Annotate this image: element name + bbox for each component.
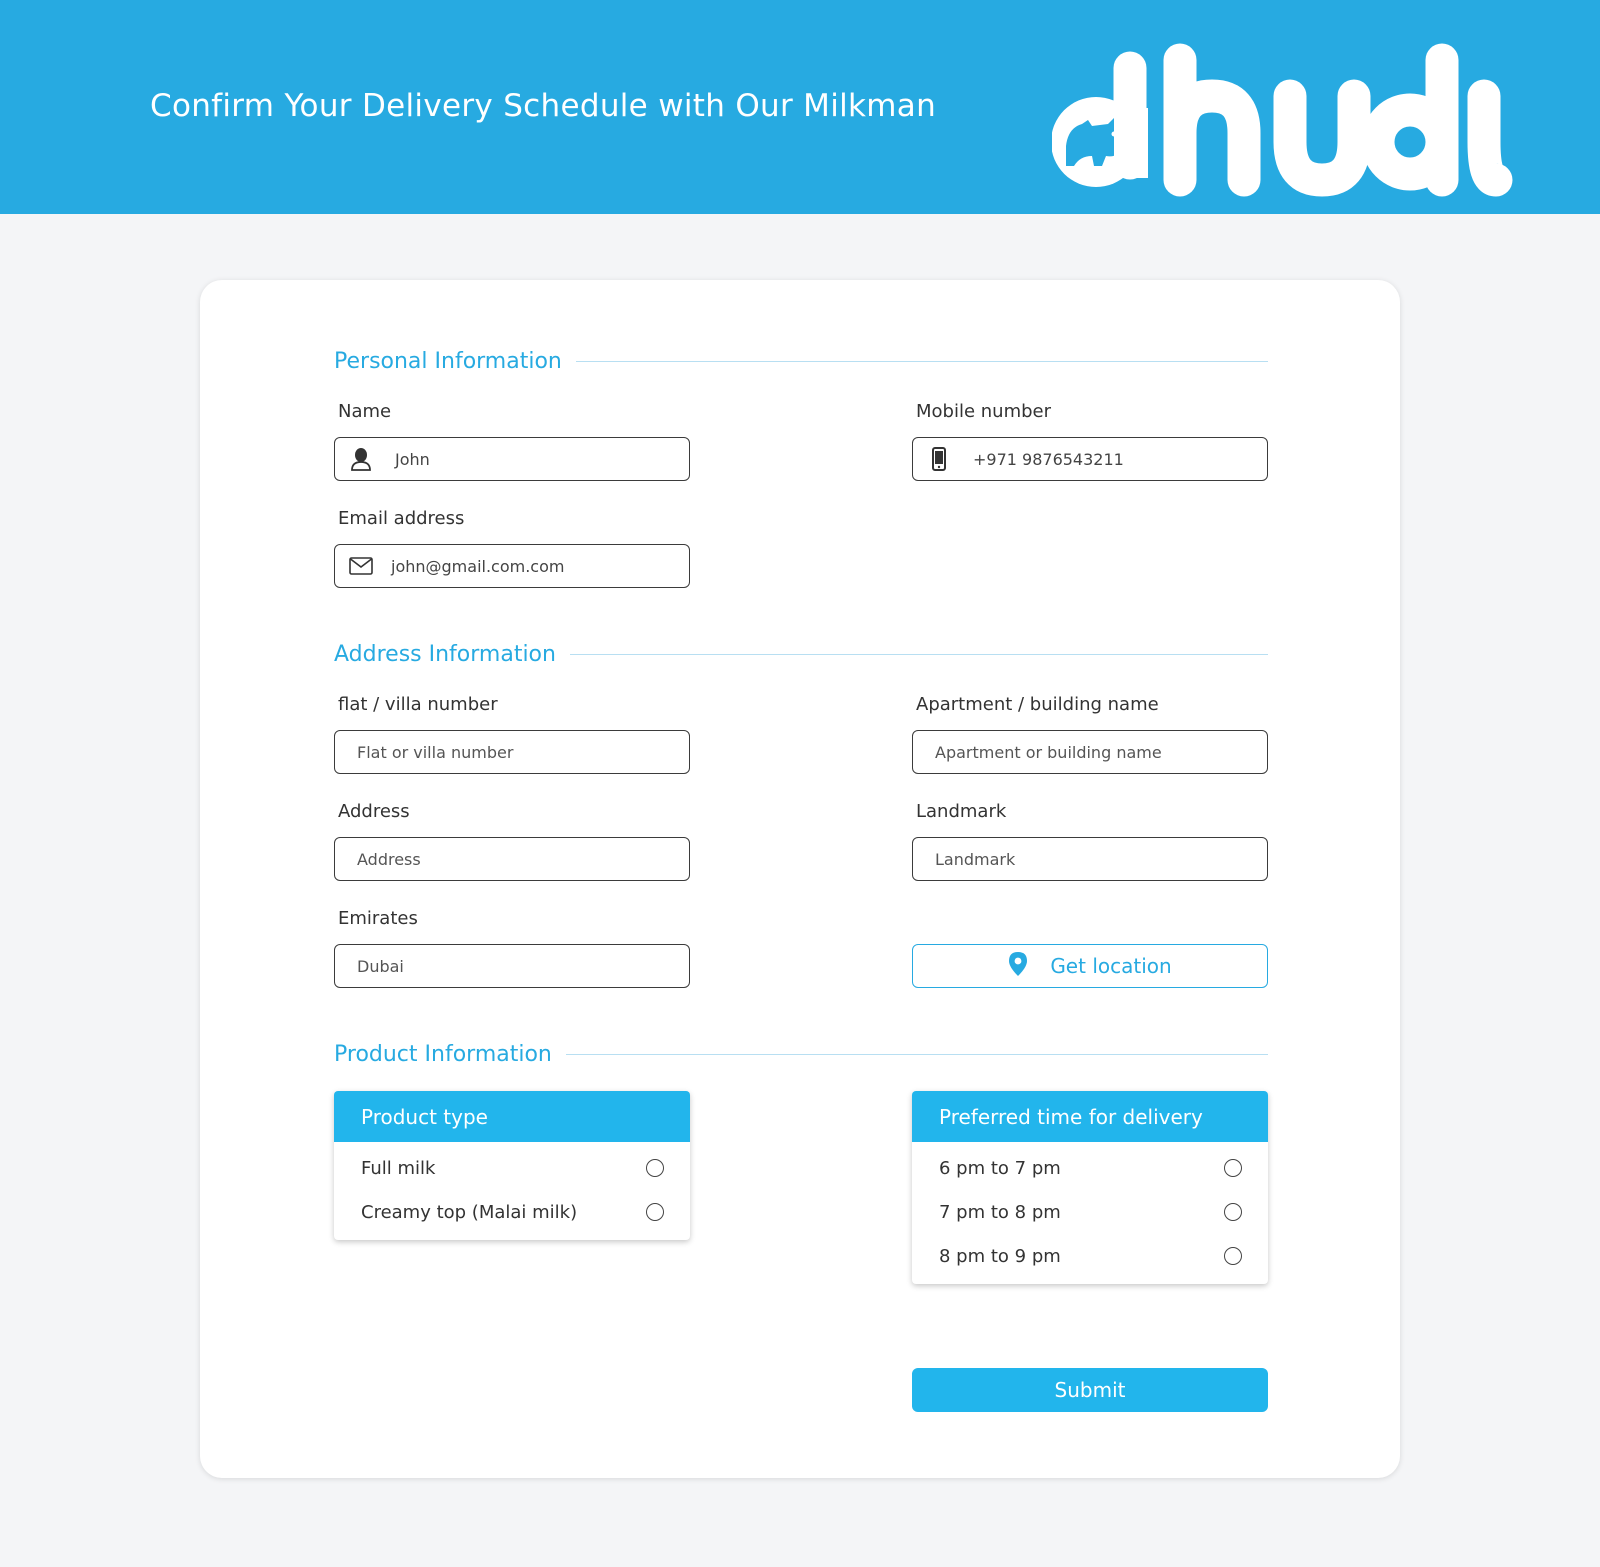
radio-button[interactable]	[1224, 1159, 1242, 1177]
time-option-label: 8 pm to 9 pm	[939, 1245, 1061, 1267]
phone-icon	[927, 447, 951, 471]
radio-button[interactable]	[1224, 1247, 1242, 1265]
product-type-panel: Product type Full milk Creamy top (Malai…	[334, 1091, 690, 1240]
building-field[interactable]: Apartment or building name	[912, 730, 1268, 774]
address-field[interactable]: Address	[334, 837, 690, 881]
product-type-title: Product type	[334, 1091, 690, 1142]
time-option[interactable]: 6 pm to 7 pm	[912, 1146, 1268, 1190]
submit-button[interactable]: Submit	[912, 1368, 1268, 1412]
delivery-time-title: Preferred time for delivery	[912, 1091, 1268, 1142]
person-icon	[349, 447, 373, 471]
section-personal: Personal Information	[334, 346, 1268, 376]
name-value: John	[395, 449, 430, 469]
product-option-label: Creamy top (Malai milk)	[361, 1201, 578, 1223]
landmark-placeholder: Landmark	[935, 849, 1016, 869]
mobile-label: Mobile number	[916, 401, 1052, 422]
mobile-value: +971 9876543211	[973, 449, 1124, 469]
radio-button[interactable]	[646, 1203, 664, 1221]
time-option[interactable]: 8 pm to 9 pm	[912, 1234, 1268, 1278]
radio-button[interactable]	[646, 1159, 664, 1177]
address-label: Address	[338, 801, 410, 822]
section-divider	[569, 653, 1268, 655]
name-field[interactable]: John	[334, 437, 690, 481]
time-option-label: 7 pm to 8 pm	[939, 1201, 1061, 1223]
section-product: Product Information	[334, 1039, 1268, 1069]
email-field[interactable]: john@gmail.com.com	[334, 544, 690, 588]
email-label: Email address	[338, 508, 465, 529]
section-address: Address Information	[334, 639, 1268, 669]
emirates-value: Dubai	[357, 956, 404, 976]
product-option-label: Full milk	[361, 1157, 436, 1179]
product-option[interactable]: Creamy top (Malai milk)	[334, 1190, 690, 1234]
name-label: Name	[338, 401, 392, 422]
emirates-label: Emirates	[338, 908, 418, 929]
landmark-field[interactable]: Landmark	[912, 837, 1268, 881]
radio-button[interactable]	[1224, 1203, 1242, 1221]
section-divider	[575, 360, 1268, 362]
page-title: Confirm Your Delivery Schedule with Our …	[150, 88, 937, 124]
section-divider	[565, 1053, 1268, 1055]
time-option-label: 6 pm to 7 pm	[939, 1157, 1061, 1179]
emirates-field[interactable]: Dubai	[334, 944, 690, 988]
flat-label: flat / villa number	[338, 694, 498, 715]
get-location-label: Get location	[1050, 954, 1172, 978]
section-title-personal: Personal Information	[334, 348, 562, 374]
header-bar: Confirm Your Delivery Schedule with Our …	[0, 0, 1600, 214]
address-placeholder: Address	[357, 849, 421, 869]
time-option[interactable]: 7 pm to 8 pm	[912, 1190, 1268, 1234]
landmark-label: Landmark	[916, 801, 1007, 822]
flat-placeholder: Flat or villa number	[357, 742, 514, 762]
product-option[interactable]: Full milk	[334, 1146, 690, 1190]
dhudu-logo	[1052, 43, 1513, 197]
section-title-address: Address Information	[334, 641, 556, 667]
email-value: john@gmail.com.com	[391, 556, 565, 576]
delivery-time-panel: Preferred time for delivery 6 pm to 7 pm…	[912, 1091, 1268, 1284]
flat-field[interactable]: Flat or villa number	[334, 730, 690, 774]
section-title-product: Product Information	[334, 1041, 552, 1067]
mobile-field[interactable]: +971 9876543211	[912, 437, 1268, 481]
get-location-button[interactable]: Get location	[912, 944, 1268, 988]
mail-icon	[349, 554, 373, 578]
building-label: Apartment / building name	[916, 694, 1159, 715]
building-placeholder: Apartment or building name	[935, 742, 1162, 762]
location-pin-icon	[1008, 951, 1028, 981]
